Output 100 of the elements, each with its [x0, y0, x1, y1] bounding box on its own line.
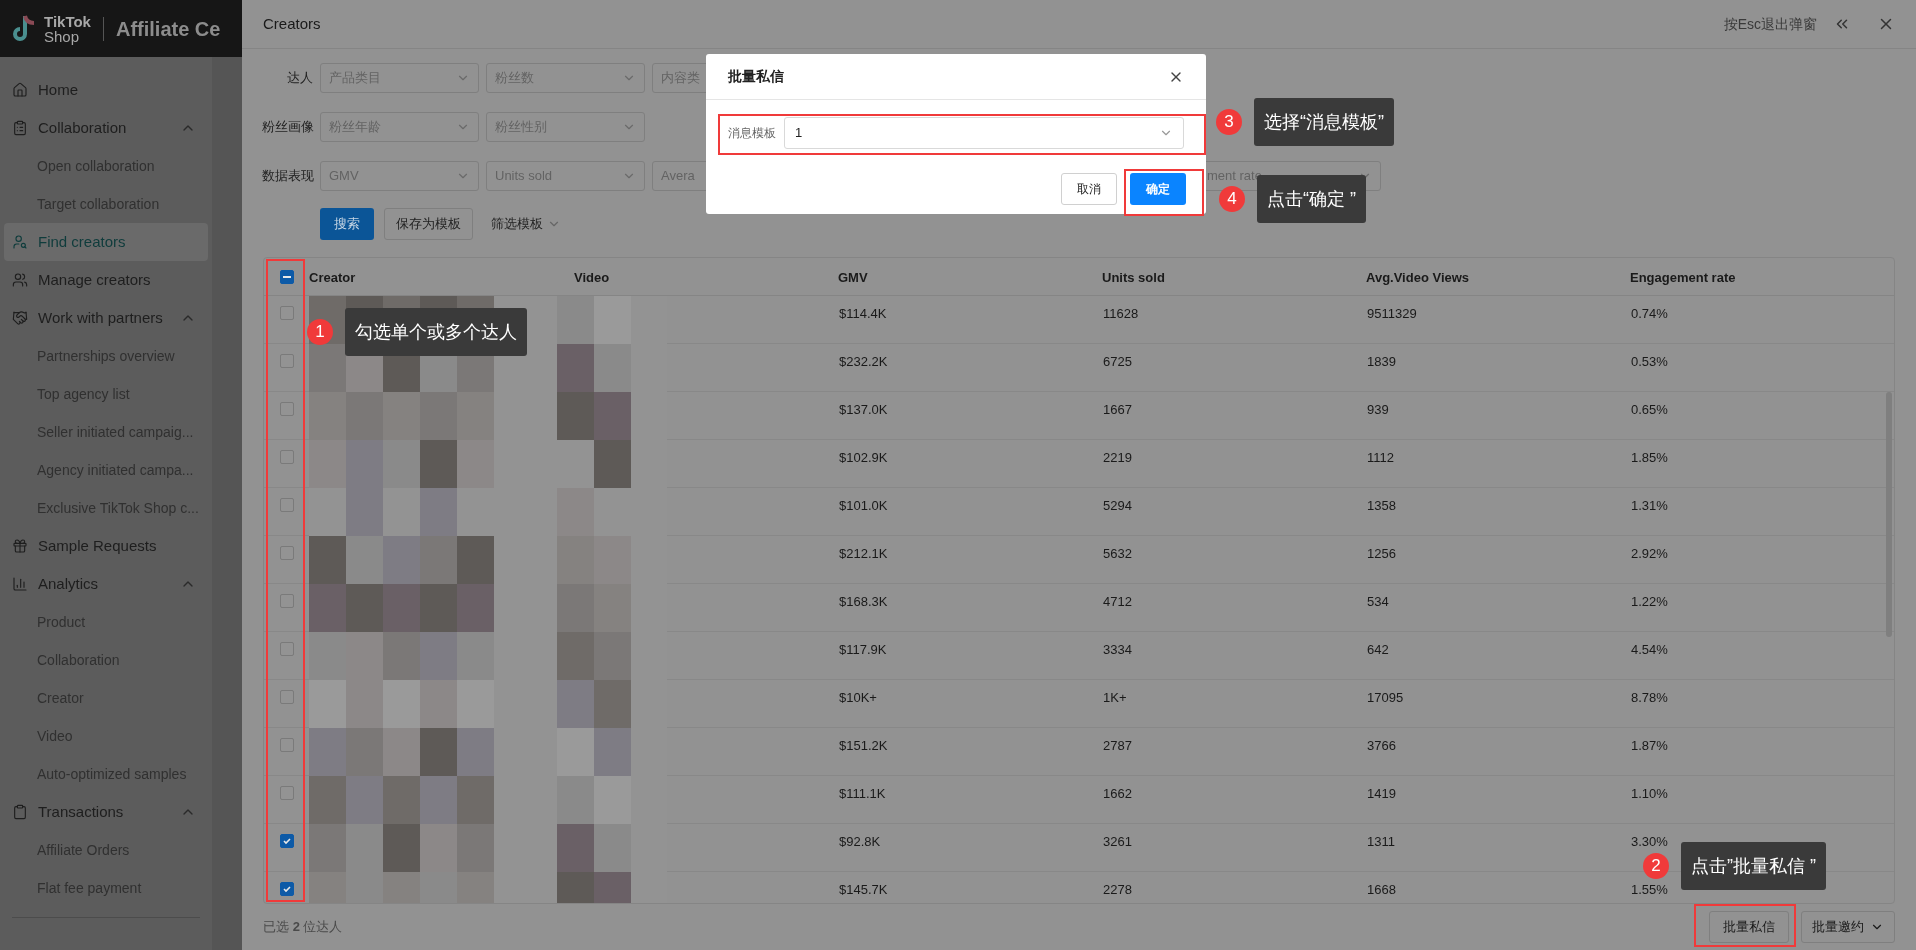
- sidebar-item[interactable]: Home: [4, 71, 208, 109]
- sidebar-item[interactable]: Find creators: [4, 223, 208, 261]
- table-cell: 5294: [1103, 498, 1132, 513]
- table-cell: 1.85%: [1631, 450, 1668, 465]
- bar-chart-icon: [12, 576, 28, 592]
- clipboard-icon: [12, 120, 28, 136]
- table-cell: 1.22%: [1631, 594, 1668, 609]
- template-select[interactable]: 1: [784, 117, 1184, 149]
- table-cell: 2.92%: [1631, 546, 1668, 561]
- selection-summary: 已选 2 位达人: [263, 918, 344, 937]
- checkbox[interactable]: [279, 546, 294, 560]
- sidebar-item[interactable]: Analytics: [4, 565, 208, 603]
- table-cell: 1112: [1367, 450, 1394, 465]
- table-cell: $145.7K: [839, 882, 888, 897]
- table-cell: 3766: [1367, 738, 1396, 753]
- house-icon: [12, 82, 28, 98]
- minus-icon: [282, 275, 291, 278]
- table-cell: $232.2K: [839, 354, 888, 369]
- checkbox[interactable]: [279, 306, 294, 320]
- modal-title: 批量私信: [728, 67, 785, 86]
- table-cell: $168.3K: [839, 594, 888, 609]
- checkbox[interactable]: [279, 690, 294, 704]
- filter-label: 数据表现: [262, 167, 313, 186]
- table-cell: 0.74%: [1631, 306, 1668, 321]
- users-icon: [12, 272, 28, 288]
- table-cell: 2278: [1103, 882, 1132, 897]
- logo-subtext: Shop: [44, 28, 81, 44]
- table-cell: 0.65%: [1631, 402, 1668, 417]
- checkbox[interactable]: [279, 786, 294, 800]
- confirm-button[interactable]: 确定: [1130, 173, 1186, 205]
- checkbox[interactable]: [279, 498, 294, 512]
- column-header: Creator: [309, 269, 356, 285]
- table-cell: 1668: [1367, 882, 1396, 897]
- table-cell: 17095: [1367, 690, 1404, 705]
- filter-label: 达人: [286, 69, 313, 88]
- table-cell: $212.1K: [839, 546, 888, 561]
- logo-text: TikTok: [44, 13, 91, 29]
- sidebar-item[interactable]: Manage creators: [4, 261, 208, 299]
- field-label: 消息模板: [728, 125, 776, 142]
- callout-tooltip: 选择“消息模板”: [1254, 98, 1394, 146]
- sidebar-item[interactable]: Collaboration: [4, 109, 208, 147]
- table-cell: 1.31%: [1631, 498, 1668, 513]
- column-header: Video: [574, 269, 610, 285]
- table-cell: 8.78%: [1631, 690, 1668, 705]
- bulk-invite-dropdown[interactable]: 批量邀约: [1801, 911, 1895, 943]
- gift-icon: [12, 538, 28, 554]
- callout-tooltip: 点击“确定 ”: [1257, 175, 1366, 223]
- check-icon: [281, 836, 292, 846]
- table-cell: 1.87%: [1631, 738, 1668, 753]
- table-cell: $114.4K: [839, 306, 887, 321]
- table-cell: 1419: [1367, 786, 1396, 801]
- table-cell: 642: [1367, 642, 1389, 657]
- user-search-icon: [12, 234, 28, 250]
- table-cell: 534: [1367, 594, 1389, 609]
- table-cell: 11628: [1103, 306, 1139, 321]
- sidebar-item[interactable]: Transactions: [4, 793, 208, 831]
- checkbox[interactable]: [279, 738, 294, 752]
- checkbox[interactable]: [279, 642, 294, 656]
- checkbox[interactable]: [279, 450, 294, 464]
- checkbox[interactable]: [279, 594, 294, 608]
- table-cell: 1K+: [1103, 690, 1127, 705]
- table-cell: 3.30%: [1631, 834, 1668, 849]
- drawer-title: Creators: [263, 13, 322, 34]
- filter-label: 粉丝画像: [262, 118, 313, 137]
- search-button[interactable]: 搜索: [320, 208, 374, 240]
- table-cell: 3261: [1103, 834, 1132, 849]
- clipboard-icon: [12, 804, 28, 820]
- checkbox[interactable]: [279, 834, 294, 848]
- sidebar-item[interactable]: Work with partners: [4, 299, 208, 337]
- table-cell: $111.1K: [839, 786, 886, 801]
- save-template-button[interactable]: 保存为模板: [384, 208, 473, 240]
- table-cell: 1311: [1367, 834, 1395, 849]
- column-header: GMV: [838, 269, 868, 285]
- table-cell: 1.10%: [1631, 786, 1668, 801]
- table-cell: $101.0K: [839, 498, 888, 513]
- table-cell: $151.2K: [839, 738, 888, 753]
- table-cell: $137.0K: [839, 402, 888, 417]
- table-cell: $117.9K: [839, 642, 887, 657]
- checkbox[interactable]: [279, 354, 294, 368]
- table-cell: 939: [1367, 402, 1389, 417]
- table-cell: 2787: [1103, 738, 1132, 753]
- table-cell: 5632: [1103, 546, 1132, 561]
- template-dropdown[interactable]: 筛选模板: [483, 208, 569, 240]
- checkbox[interactable]: [279, 269, 294, 284]
- table-cell: 1662: [1103, 786, 1132, 801]
- table-cell: 1358: [1367, 498, 1396, 513]
- table-cell: 4712: [1103, 594, 1132, 609]
- column-header: Engagement rate: [1630, 269, 1736, 285]
- callout-tooltip: 勾选单个或多个达人: [345, 308, 527, 356]
- table-cell: 1256: [1367, 546, 1396, 561]
- table-cell: 0.53%: [1631, 354, 1668, 369]
- checkbox[interactable]: [279, 882, 294, 896]
- sidebar-item[interactable]: Sample Requests: [4, 527, 208, 565]
- cancel-button[interactable]: 取消: [1061, 173, 1117, 205]
- table-cell: $92.8K: [839, 834, 881, 849]
- table-cell: 1667: [1103, 402, 1132, 417]
- esc-hint: 按Esc退出弹窗: [1723, 14, 1817, 34]
- checkbox[interactable]: [279, 402, 294, 416]
- bulk-message-button[interactable]: 批量私信: [1709, 911, 1789, 943]
- app-title: Affiliate Ce: [115, 16, 221, 42]
